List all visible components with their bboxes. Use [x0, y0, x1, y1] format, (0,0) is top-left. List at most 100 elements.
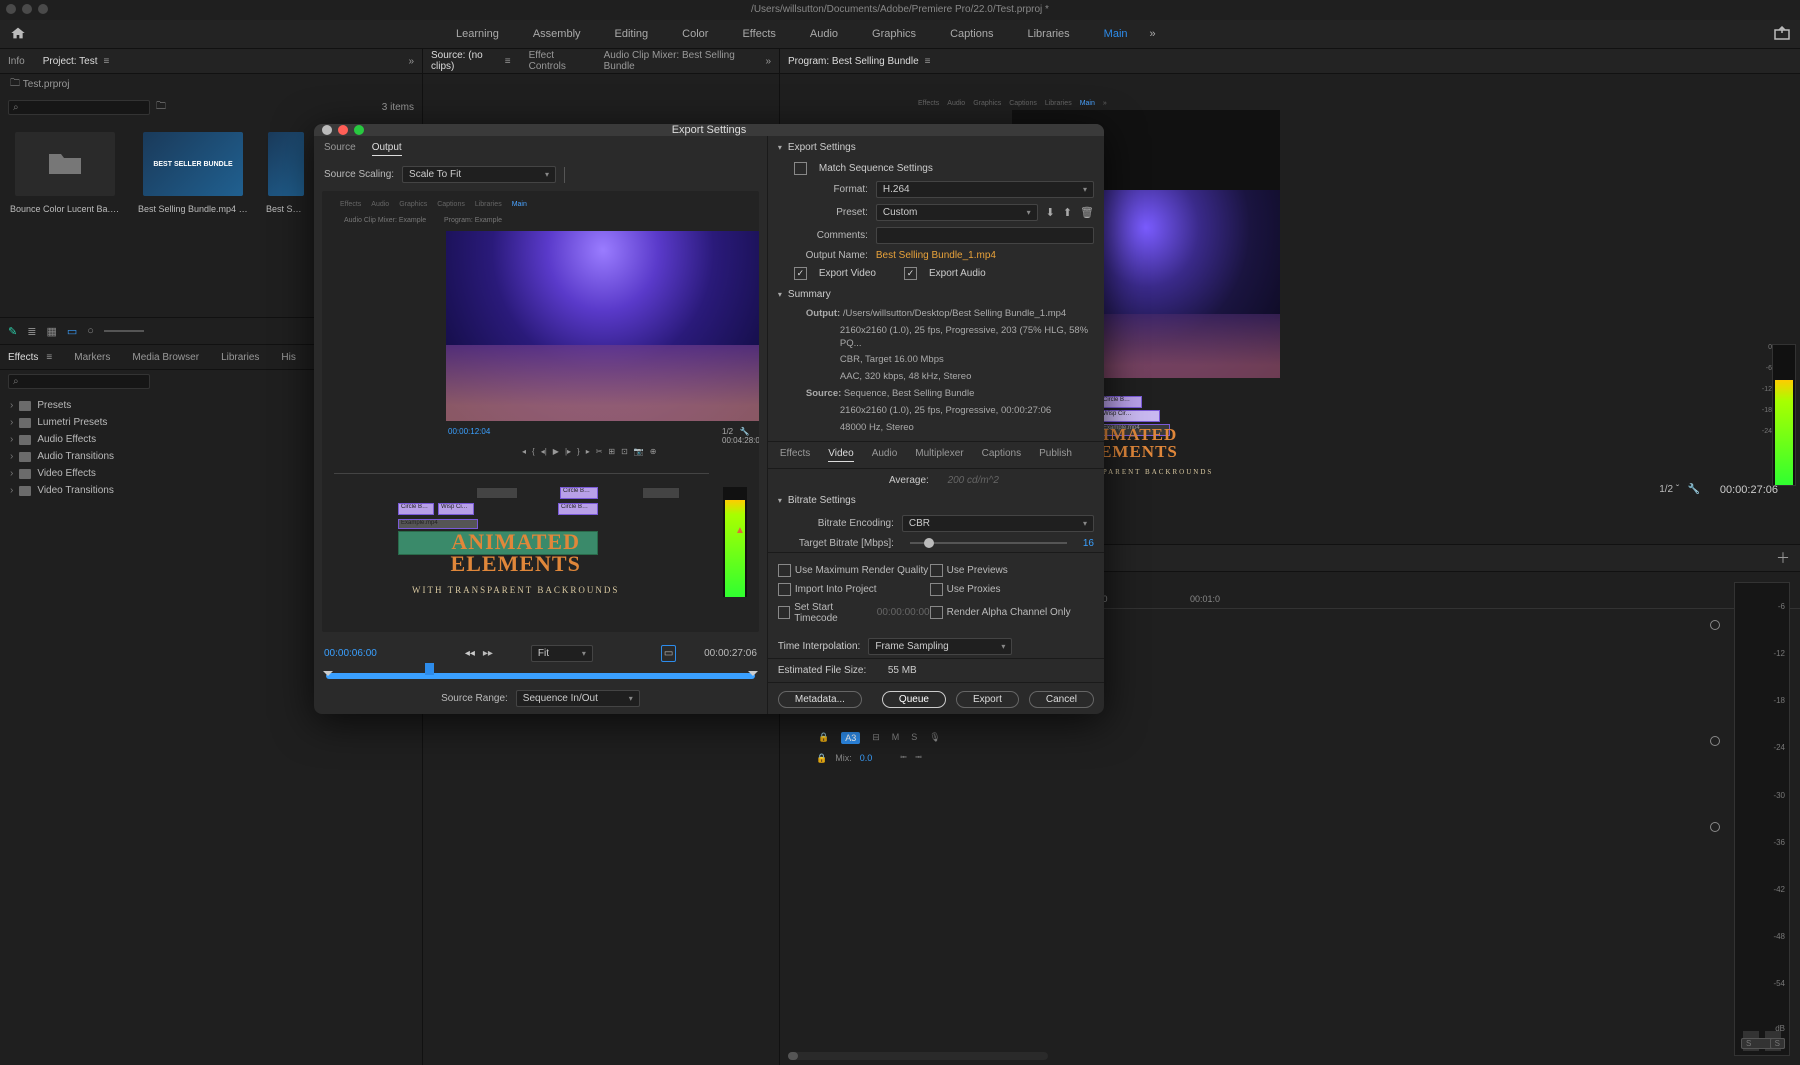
tab-markers[interactable]: Markers	[74, 352, 110, 363]
project-search-input[interactable]	[8, 100, 150, 115]
marker-dot[interactable]	[1710, 620, 1720, 630]
ws-effects[interactable]: Effects	[742, 28, 775, 40]
bin-item-0[interactable]: Bounce Color Lucent Ba... 21 items	[10, 132, 120, 214]
import-project-checkbox[interactable]	[778, 583, 791, 596]
bitrate-header[interactable]: Bitrate Settings	[768, 489, 1104, 512]
audio-mixer-tab[interactable]: Audio Clip Mixer: Best Selling Bundle	[604, 50, 748, 72]
effects-menu-icon[interactable]: ≡	[46, 352, 52, 363]
lock-icon-2[interactable]: 🔒	[816, 753, 827, 764]
rtab-publish[interactable]: Publish	[1039, 448, 1072, 462]
comments-input[interactable]	[876, 227, 1094, 244]
metadata-button[interactable]: Metadata...	[778, 691, 862, 708]
rtab-mux[interactable]: Multiplexer	[915, 448, 963, 462]
source-menu-icon[interactable]: ≡	[505, 56, 511, 67]
render-alpha-checkbox[interactable]	[930, 606, 943, 619]
in-icon[interactable]: ⭰	[900, 750, 907, 766]
sync-icon[interactable]: ⊟	[872, 732, 880, 744]
voice-icon[interactable]: 🎙	[929, 732, 940, 744]
use-proxies-checkbox[interactable]	[930, 583, 943, 596]
bin-icon[interactable]: 🗀	[10, 76, 20, 93]
source-tab[interactable]: Source: (no clips)	[431, 50, 499, 72]
fit-dropdown[interactable]: Fit	[531, 645, 593, 662]
new-bin-icon[interactable]: 🗀	[156, 99, 166, 116]
export-settings-header[interactable]: Export Settings	[768, 136, 1104, 159]
source-scaling-dropdown[interactable]: Scale To Fit	[402, 166, 556, 183]
summary-header[interactable]: Summary	[768, 283, 1104, 306]
dlg-close-icon[interactable]	[338, 125, 348, 135]
use-previews-checkbox[interactable]	[930, 564, 943, 577]
ws-color[interactable]: Color	[682, 28, 708, 40]
icon-view-icon[interactable]: ▦	[46, 325, 56, 338]
import-preset-icon[interactable]: ⬆	[1063, 206, 1072, 219]
window-controls[interactable]	[6, 4, 48, 14]
delete-preset-icon[interactable]: 🗑	[1080, 206, 1094, 219]
max-render-checkbox[interactable]	[778, 564, 791, 577]
ws-libraries[interactable]: Libraries	[1027, 28, 1069, 40]
track-A3[interactable]: A3	[841, 732, 860, 744]
match-sequence-checkbox[interactable]	[794, 162, 807, 175]
workspace-overflow-icon[interactable]: »	[1150, 28, 1156, 40]
cancel-button[interactable]: Cancel	[1029, 691, 1094, 708]
export-button[interactable]: Export	[956, 691, 1019, 708]
export-range-slider[interactable]	[326, 673, 755, 679]
dlg-tab-output[interactable]: Output	[372, 142, 402, 156]
rtab-audio[interactable]: Audio	[872, 448, 898, 462]
output-name-link[interactable]: Best Selling Bundle_1.mp4	[876, 250, 996, 261]
export-audio-checkbox[interactable]	[904, 267, 917, 280]
format-dropdown[interactable]: H.264	[876, 181, 1094, 198]
program-menu-icon[interactable]: ≡	[925, 56, 931, 67]
add-button-icon[interactable]: ＋	[1776, 548, 1790, 568]
ws-learning[interactable]: Learning	[456, 28, 499, 40]
timeline-scrollbar[interactable]	[788, 1052, 1048, 1060]
panel-menu-icon[interactable]: ≡	[104, 56, 110, 67]
pen-icon[interactable]: ✎	[8, 325, 17, 338]
target-bitrate-value[interactable]: 16	[1083, 538, 1094, 549]
source-overflow-icon[interactable]: »	[765, 56, 771, 67]
bin-item-1[interactable]: BEST SELLER BUNDLE Best Selling Bundle.m…	[138, 132, 248, 214]
rtab-captions[interactable]: Captions	[982, 448, 1021, 462]
ws-captions[interactable]: Captions	[950, 28, 993, 40]
tab-media-browser[interactable]: Media Browser	[132, 352, 199, 363]
ws-audio[interactable]: Audio	[810, 28, 838, 40]
export-playhead-tc[interactable]: 00:00:06:00	[324, 648, 377, 659]
ws-graphics[interactable]: Graphics	[872, 28, 916, 40]
queue-button[interactable]: Queue	[882, 691, 946, 708]
sort-icon[interactable]: ○	[87, 325, 94, 337]
ws-main[interactable]: Main	[1104, 28, 1128, 40]
time-interp-dropdown[interactable]: Frame Sampling	[868, 638, 1012, 655]
prev-frame-icon[interactable]: ◂◂	[465, 648, 475, 659]
home-icon[interactable]	[10, 26, 26, 43]
ws-editing[interactable]: Editing	[615, 28, 649, 40]
quick-export-icon[interactable]	[1774, 26, 1790, 43]
tab-effects[interactable]: Effects	[8, 352, 38, 363]
preset-dropdown[interactable]: Custom	[876, 204, 1038, 221]
project-panel-tabs: Info Project: Test ≡ »	[0, 49, 422, 74]
effects-search-input[interactable]	[8, 374, 150, 389]
next-frame-icon[interactable]: ▸▸	[483, 648, 493, 659]
save-preset-icon[interactable]: ⬇	[1046, 206, 1055, 219]
program-tab[interactable]: Program: Best Selling Bundle	[788, 56, 919, 67]
out-icon[interactable]: ⭲	[915, 750, 922, 766]
lock-icon[interactable]: 🔒	[818, 732, 829, 744]
bitrate-encoding-dropdown[interactable]: CBR	[902, 515, 1094, 532]
list-view-icon[interactable]: ≣	[27, 325, 36, 338]
dlg-zoom-icon[interactable]	[354, 125, 364, 135]
rtab-effects[interactable]: Effects	[780, 448, 810, 462]
project-tab[interactable]: Project: Test	[43, 56, 98, 67]
info-tab[interactable]: Info	[8, 56, 25, 67]
rtab-video[interactable]: Video	[828, 448, 853, 462]
export-video-checkbox[interactable]	[794, 267, 807, 280]
bin-item-2[interactable]: Best Sell...	[266, 132, 306, 214]
tab-history[interactable]: His	[281, 352, 295, 363]
start-tc-checkbox[interactable]	[778, 606, 790, 619]
aspect-icon[interactable]: ▭	[661, 645, 676, 662]
panel-overflow-icon[interactable]: »	[408, 56, 414, 67]
target-bitrate-slider[interactable]	[910, 542, 1067, 544]
tab-libraries[interactable]: Libraries	[221, 352, 259, 363]
freeform-icon[interactable]: ▭	[67, 325, 77, 338]
dlg-tab-source[interactable]: Source	[324, 142, 356, 156]
wrench-icon[interactable]: 🔧	[1688, 484, 1700, 495]
effect-controls-tab[interactable]: Effect Controls	[529, 50, 586, 72]
ws-assembly[interactable]: Assembly	[533, 28, 581, 40]
source-range-dropdown[interactable]: Sequence In/Out	[516, 690, 640, 707]
